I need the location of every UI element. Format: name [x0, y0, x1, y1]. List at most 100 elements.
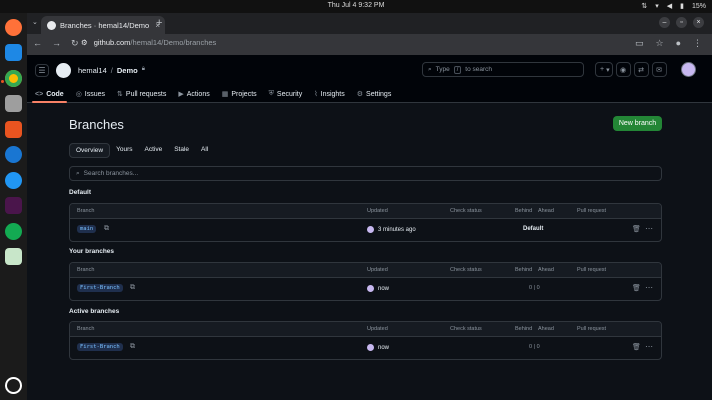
col-check-status: Check status	[450, 326, 482, 332]
col-ahead: Ahead	[538, 267, 554, 273]
inbox-icon[interactable]: ✉	[651, 62, 667, 77]
copy-icon[interactable]: ⧉	[130, 343, 135, 351]
tab-label: Pull requests	[125, 90, 167, 98]
tab-projects[interactable]: ▦ Projects	[222, 86, 257, 102]
browser-tab-strip: ⌄ Branches · hemal14/Demo × + – ▫ ×	[27, 13, 712, 34]
col-branch: Branch	[77, 208, 95, 214]
vscode-icon[interactable]	[5, 44, 22, 61]
code-icon: <>	[35, 90, 44, 98]
updated-time: now	[378, 344, 390, 351]
tab-title: Branches · hemal14/Demo	[60, 20, 150, 30]
default-badge: Default	[520, 225, 547, 233]
ahead-count: 0	[536, 344, 540, 350]
minimize-icon[interactable]: –	[659, 17, 670, 28]
create-new-button[interactable]: + ▾	[595, 62, 613, 77]
ubuntu-logo-icon[interactable]	[5, 377, 22, 394]
avatar	[367, 285, 374, 292]
filter-stale[interactable]: Stale	[168, 143, 195, 158]
graph-icon: ⌇	[314, 91, 318, 98]
default-branch-table: Branch Updated Check status Behind Ahead…	[69, 203, 662, 242]
branch-name-link[interactable]: main	[77, 225, 97, 233]
forward-icon[interactable]: →	[52, 38, 61, 49]
firefox-icon[interactable]	[5, 19, 22, 36]
user-avatar[interactable]	[681, 62, 696, 77]
trash-icon[interactable]	[5, 248, 22, 265]
github-logo-icon[interactable]	[56, 63, 71, 78]
branch-search-input[interactable]: ⌕ Search branches...	[69, 166, 662, 181]
filter-active[interactable]: Active	[138, 143, 168, 158]
delete-icon[interactable]: 🗑︎	[632, 225, 641, 233]
col-behind: Behind	[515, 208, 533, 214]
delete-icon[interactable]: 🗑︎	[632, 284, 641, 292]
repo-owner-link[interactable]: hemal14	[78, 66, 107, 75]
tab-pull-requests[interactable]: ⇅ Pull requests	[117, 86, 166, 102]
more-options-icon[interactable]: ⋯	[645, 224, 653, 233]
tab-label: Code	[46, 90, 64, 98]
copy-icon[interactable]: ⧉	[130, 284, 135, 292]
close-window-icon[interactable]: ×	[693, 17, 704, 28]
col-check-status: Check status	[450, 267, 482, 273]
back-icon[interactable]: ←	[33, 38, 42, 49]
search-hint-pre: Type	[435, 66, 450, 73]
more-options-icon[interactable]: ⋯	[645, 342, 653, 351]
avatar	[367, 344, 374, 351]
tab-label: Settings	[366, 90, 392, 98]
branch-name-link[interactable]: First-Branch	[77, 284, 123, 292]
tab-settings[interactable]: ⚙ Settings	[357, 86, 392, 102]
reload-icon[interactable]: ↻	[71, 38, 79, 49]
new-tab-icon[interactable]: +	[156, 17, 162, 29]
address-bar[interactable]: ⚙ github.com/hemal14/Demo/branches	[81, 38, 216, 47]
system-clock[interactable]: Thu Jul 4 9:32 PM	[0, 2, 712, 9]
branch-search-placeholder: Search branches...	[83, 170, 139, 177]
updated-time: 3 minutes ago	[378, 226, 416, 233]
profile-icon[interactable]: ●	[676, 38, 681, 49]
search-hint-post: to search	[465, 66, 493, 73]
global-search-input[interactable]: ⌕ Type / to search	[422, 62, 584, 77]
slack-icon[interactable]	[5, 197, 22, 214]
search-shortcut-key: /	[453, 65, 462, 74]
ahead-count: 0	[536, 285, 540, 291]
hamburger-menu-icon[interactable]: ☰	[35, 64, 49, 77]
cast-icon[interactable]: ▭	[635, 38, 644, 49]
tab-label: Insights	[320, 90, 345, 98]
tab-search-icon[interactable]: ⌄	[32, 18, 38, 26]
behind-ahead-count: 0 | 0	[529, 285, 540, 291]
site-info-icon[interactable]: ⚙	[81, 38, 88, 47]
repo-nav: <> Code ◎ Issues ⇅ Pull requests ▶ Actions ▦…	[32, 86, 392, 103]
chrome-icon[interactable]	[5, 70, 22, 87]
software-center-icon[interactable]	[5, 121, 22, 138]
delete-icon[interactable]: 🗑︎	[632, 343, 641, 351]
app-dock	[0, 13, 27, 400]
pull-requests-icon[interactable]: ⇄	[633, 62, 649, 77]
filter-yours[interactable]: Yours	[110, 143, 138, 158]
tab-security[interactable]: ⛨ Security	[269, 86, 303, 102]
filter-overview[interactable]: Overview	[69, 143, 111, 158]
issues-icon[interactable]: ◉	[615, 62, 631, 77]
col-ahead: Ahead	[538, 208, 554, 214]
files-icon[interactable]	[5, 95, 22, 112]
volume-icon: ◀	[666, 3, 673, 10]
github-header: ☰ hemal14 / Demo 🔒︎ ⌕ Type / to search +…	[27, 55, 712, 103]
table-row: First-Branch ⧉ now 0 | 0 🗑︎ ⋯	[70, 278, 661, 300]
repo-name-link[interactable]: Demo	[117, 66, 138, 75]
copy-icon[interactable]: ⧉	[104, 225, 109, 233]
repo-breadcrumb: hemal14 / Demo 🔒︎	[78, 66, 145, 75]
tab-insights[interactable]: ⌇ Insights	[314, 86, 345, 102]
maximize-icon[interactable]: ▫	[676, 17, 687, 28]
mongodb-icon[interactable]	[5, 223, 22, 240]
tab-issues[interactable]: ◎ Issues	[76, 86, 105, 102]
branch-name-link[interactable]: First-Branch	[77, 343, 123, 351]
tab-actions[interactable]: ▶ Actions	[178, 86, 209, 102]
bookmark-star-icon[interactable]: ☆	[655, 38, 663, 49]
more-options-icon[interactable]: ⋯	[645, 283, 653, 292]
browser-tab[interactable]: Branches · hemal14/Demo ×	[41, 16, 165, 34]
help-icon[interactable]	[5, 146, 22, 163]
menu-dots-icon[interactable]: ⋮	[693, 38, 702, 49]
filter-all[interactable]: All	[195, 143, 214, 158]
tab-code[interactable]: <> Code	[32, 86, 67, 103]
col-behind: Behind	[515, 326, 533, 332]
system-tray[interactable]: ⇅ ▾ ◀ ▮ 15%	[641, 2, 706, 11]
app-store-icon[interactable]	[5, 172, 22, 189]
network-icon: ⇅	[641, 3, 648, 10]
new-branch-button[interactable]: New branch	[613, 116, 662, 131]
